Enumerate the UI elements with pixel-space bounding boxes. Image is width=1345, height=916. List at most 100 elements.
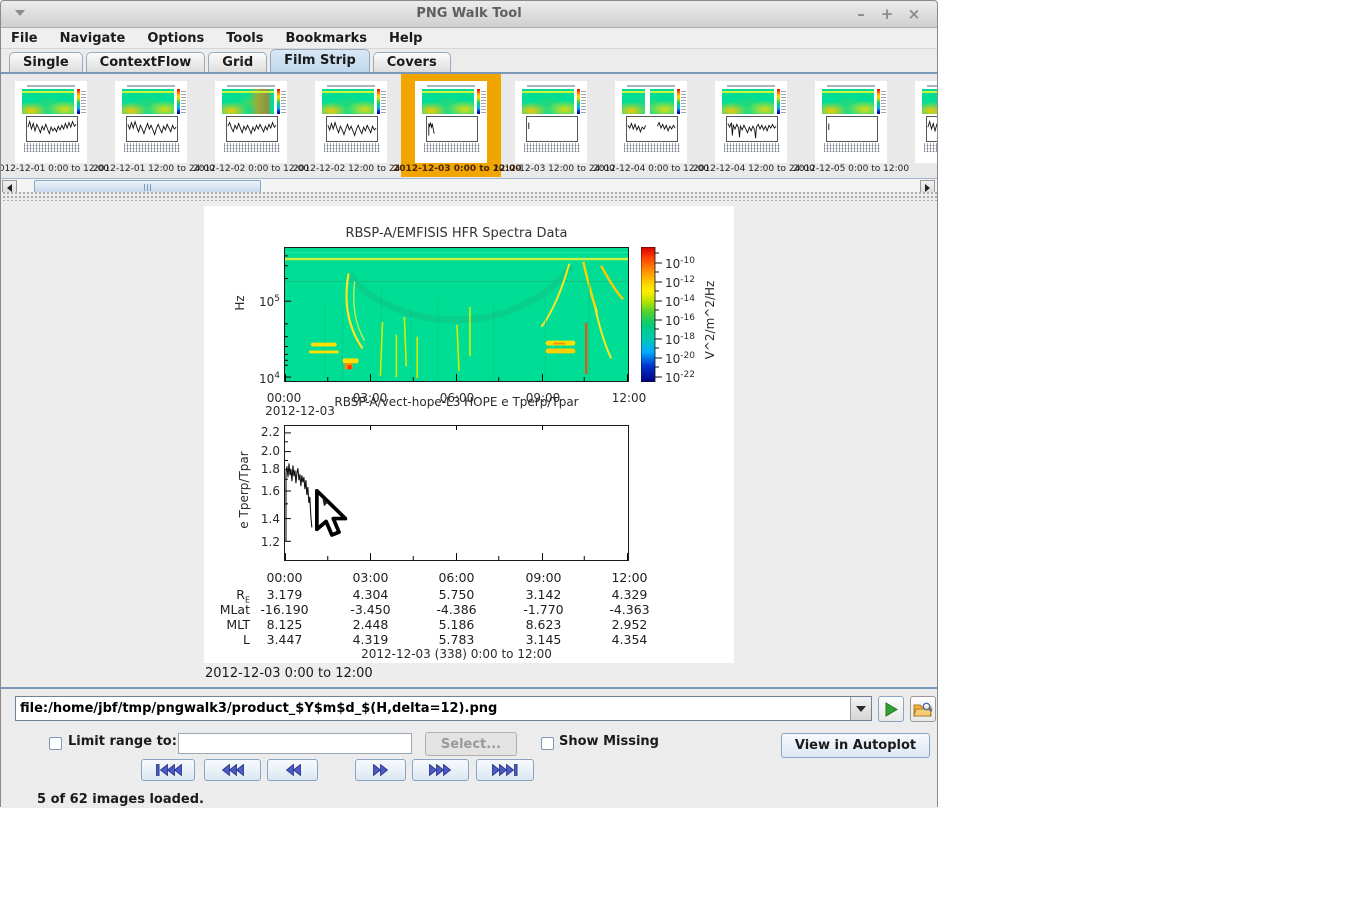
- folder-search-icon: [913, 702, 933, 716]
- go-button[interactable]: [878, 696, 904, 722]
- skip-last-icon: [491, 764, 517, 776]
- thumb-axis-labels: [324, 143, 380, 152]
- thumb-lineplot: [526, 116, 578, 142]
- thumb-axis-labels: [724, 143, 780, 152]
- thumb-caption: 2012-12-04 12:00 to 24:00: [693, 164, 815, 174]
- lineplot-ytick: 1.8: [260, 462, 280, 476]
- plot-image: RBSP-A/EMFISIS HFR Spectra Data Hz 105 1…: [204, 206, 734, 663]
- table-row: MLT 8.125 2.448 5.186 8.623 2.952: [226, 617, 648, 632]
- thumb-caption: 2012-12-03 12:00 to 24:00: [493, 164, 615, 174]
- scroll-right-button[interactable]: [920, 180, 935, 192]
- thumb-spectra: [522, 89, 586, 114]
- filmstrip-thumbnail-selected[interactable]: 2012-12-03 0:00 to 12:00: [393, 74, 522, 177]
- filmstrip-thumbnail[interactable]: 2012-12-02 0:00 to 12:00: [193, 74, 309, 177]
- title-bar[interactable]: PNG Walk Tool – + ×: [1, 1, 937, 28]
- thumb-lineplot: [326, 116, 378, 142]
- app-window: PNG Walk Tool – + × File Navigate Option…: [0, 0, 938, 808]
- thumb-plot-title: [427, 85, 475, 87]
- thumb-spectra: [722, 89, 786, 114]
- thumb-axis-labels: [624, 143, 680, 152]
- maximize-button[interactable]: +: [877, 4, 897, 24]
- window-title: PNG Walk Tool: [416, 6, 522, 21]
- thumb-lineplot: [26, 116, 78, 142]
- next-image-button[interactable]: [355, 759, 406, 781]
- tab-covers[interactable]: Covers: [372, 52, 451, 72]
- splitter-handle[interactable]: [1, 192, 937, 201]
- limit-range-input[interactable]: [178, 733, 412, 754]
- thumb-caption: 2012-12-01 12:00 to 24:00: [93, 164, 215, 174]
- thumb-caption: 2012-12-02 12:00 to 24:00: [293, 164, 415, 174]
- filmstrip-thumbnail[interactable]: 2012-12-02 12:00 to 24:00: [293, 74, 415, 177]
- tab-film-strip[interactable]: Film Strip: [270, 49, 370, 72]
- view-in-autoplot-button[interactable]: View in Autoplot: [781, 733, 930, 758]
- browse-button[interactable]: [910, 696, 936, 722]
- menu-tools[interactable]: Tools: [216, 31, 275, 46]
- tab-single[interactable]: Single: [9, 52, 83, 72]
- show-missing-checkbox[interactable]: [541, 737, 554, 750]
- spectra-plot-title: RBSP-A/EMFISIS HFR Spectra Data: [345, 226, 568, 241]
- template-uri-input[interactable]: [16, 697, 850, 720]
- viewer-panel: RBSP-A/EMFISIS HFR Spectra Data Hz 105 1…: [1, 201, 937, 687]
- jump-back-button[interactable]: [204, 759, 261, 781]
- spectra-plot: [284, 247, 629, 382]
- scrollbar-thumb[interactable]: [34, 180, 261, 192]
- previous-image-button[interactable]: [267, 759, 318, 781]
- filmstrip-thumbnail[interactable]: 2012-12-01 0:00 to 12:00: [1, 74, 109, 177]
- thumb-plot-title: [527, 85, 575, 87]
- thumb-spectra: [22, 89, 86, 114]
- thumb-spectra: [122, 89, 186, 114]
- thumb-caption: 2012-12-02 0:00 to 12:00: [193, 164, 310, 174]
- filmstrip-thumbnail[interactable]: 2012: [901, 74, 937, 177]
- grip-icon: [143, 184, 151, 191]
- lineplot-ytick: 2.0: [260, 444, 280, 458]
- image-footer: 2012-12-03 (338) 0:00 to 12:00: [361, 647, 552, 661]
- lineplot-ytick: 1.6: [260, 484, 280, 498]
- film-strip-panel: 2012-12-01 0:00 to 12:00 2012-12-01 12:0…: [1, 72, 937, 192]
- menu-bar: File Navigate Options Tools Bookmarks He…: [1, 28, 937, 49]
- tab-bar: Single ContextFlow Grid Film Strip Cover…: [1, 49, 937, 72]
- jump-forward-button[interactable]: [412, 759, 469, 781]
- tab-contextflow[interactable]: ContextFlow: [85, 52, 206, 72]
- thumb-plot-title: [27, 85, 75, 87]
- thumbnail-strip: 2012-12-01 0:00 to 12:00 2012-12-01 12:0…: [1, 74, 937, 177]
- last-image-button[interactable]: [476, 759, 534, 781]
- menu-options[interactable]: Options: [137, 31, 216, 46]
- rewind-2-icon: [285, 764, 301, 776]
- menu-file[interactable]: File: [1, 31, 50, 46]
- filmstrip-scrollbar[interactable]: [1, 178, 937, 192]
- skip-first-icon: [155, 764, 182, 776]
- menu-help[interactable]: Help: [379, 31, 434, 46]
- combobox-dropdown-button[interactable]: [850, 697, 871, 720]
- thumb-plot-title: [727, 85, 775, 87]
- template-combobox[interactable]: [15, 696, 872, 721]
- scroll-left-button[interactable]: [2, 180, 17, 192]
- thumb-axis-labels: [524, 143, 580, 152]
- filmstrip-thumbnail[interactable]: 2012-12-01 12:00 to 24:00: [93, 74, 215, 177]
- tab-grid[interactable]: Grid: [208, 52, 268, 72]
- menu-bookmarks[interactable]: Bookmarks: [275, 31, 379, 46]
- lineplot-ytick: 1.2: [260, 535, 280, 549]
- thumb-lineplot: [726, 116, 778, 142]
- thumb-axis-labels: [24, 143, 80, 152]
- left-arrow-icon: [7, 184, 12, 192]
- spectrogram-canvas: [285, 248, 628, 381]
- filmstrip-thumbnail[interactable]: 2012-12-04 12:00 to 24:00: [693, 74, 815, 177]
- filmstrip-thumbnail[interactable]: 2012-12-03 12:00 to 24:00: [493, 74, 615, 177]
- spectra-ytick: 104: [258, 371, 280, 386]
- thumb-caption: 2012-12-05 0:00 to 12:00: [793, 164, 910, 174]
- lineplot-ytick: 2.2: [260, 425, 280, 439]
- table-times-row: 00:00 03:00 06:00 09:00 12:00: [266, 570, 648, 585]
- first-image-button[interactable]: [141, 759, 195, 781]
- select-button[interactable]: Select...: [425, 732, 517, 756]
- show-missing-label: Show Missing: [559, 734, 659, 749]
- filmstrip-thumbnail[interactable]: 2012-12-04 0:00 to 12:00: [593, 74, 709, 177]
- forward-3-icon: [429, 764, 452, 776]
- close-button[interactable]: ×: [904, 4, 924, 24]
- thumb-spectra: [222, 89, 286, 114]
- status-message: 5 of 62 images loaded.: [37, 792, 204, 807]
- minimize-button[interactable]: –: [851, 4, 871, 24]
- thumb-lineplot: [126, 116, 178, 142]
- limit-range-checkbox[interactable]: [49, 737, 62, 750]
- menu-navigate[interactable]: Navigate: [50, 31, 138, 46]
- filmstrip-thumbnail[interactable]: 2012-12-05 0:00 to 12:00: [793, 74, 909, 177]
